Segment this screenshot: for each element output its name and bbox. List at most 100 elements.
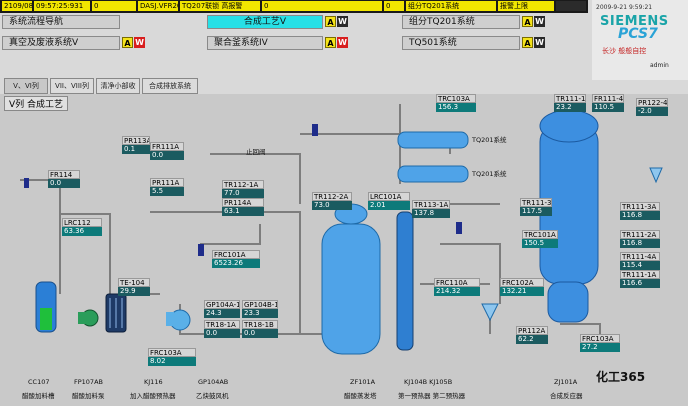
- alarm-right-msg: 组分TQ201系统: [406, 1, 496, 11]
- tag-lrc112[interactable]: LRC112 63.36: [62, 218, 102, 236]
- exchanger-label-2: TQ201系统: [472, 170, 507, 178]
- cyclone[interactable]: [481, 303, 499, 322]
- tag-pr111a[interactable]: PR111A 5.5: [150, 178, 184, 196]
- pump-fp107[interactable]: [78, 309, 99, 327]
- tag-gp104b[interactable]: GP104B-1A 23.3: [242, 300, 278, 318]
- column-zf101[interactable]: [321, 203, 381, 355]
- tag-lrc101a[interactable]: LRC101A 2.01: [368, 192, 410, 210]
- nav-synthesis-v[interactable]: 合成工艺V: [207, 15, 323, 29]
- preheater-kj104[interactable]: [396, 211, 414, 351]
- tank-cc107[interactable]: [35, 281, 57, 333]
- pcs7-product: PCS7: [618, 26, 658, 42]
- nav-system-overview[interactable]: 系统流程导航: [2, 15, 120, 29]
- tag-fr111a[interactable]: FR111A 0.0: [150, 142, 184, 160]
- tab-discharge-system[interactable]: 合成排放系统: [142, 78, 198, 94]
- valve[interactable]: [312, 124, 318, 136]
- tag-trc101a[interactable]: TRC101A 150.5: [522, 230, 558, 248]
- tag-tr18-1b[interactable]: TR18-1B 0.0: [242, 320, 278, 338]
- user-name[interactable]: admin: [650, 62, 669, 69]
- tag-gp104a[interactable]: GP104A-1A 24.3: [204, 300, 240, 318]
- alarm-cell2: 0: [262, 1, 382, 11]
- company-sub: 长沙 般般自控: [602, 47, 647, 55]
- valve[interactable]: [456, 222, 462, 234]
- equip-sub-kj116: 加入醋酸预热器: [130, 392, 176, 400]
- piping-svg: [20, 104, 663, 355]
- exchanger-tq201b[interactable]: [397, 165, 469, 183]
- tag-pr122-4a[interactable]: PR122-4A -2.0: [636, 98, 668, 116]
- tag-tr111-3a[interactable]: TR111-3A 116.8: [620, 202, 660, 220]
- tag-fr111-4a[interactable]: FR111-4A 110.5: [592, 94, 624, 112]
- equip-sub-cc107: 醋酸加料槽: [22, 392, 55, 400]
- equip-label-zf101: ZF101A: [350, 378, 376, 386]
- tag-tr112-2a[interactable]: TR112-2A 73.0: [312, 192, 352, 210]
- tag-tr111-3a-left[interactable]: TR111-3A 117.5: [520, 198, 552, 216]
- heater-kj116[interactable]: [105, 293, 127, 333]
- equip-label-kj116: KJ116: [144, 378, 163, 386]
- tag-frc103a[interactable]: FRC103A 8.02: [148, 348, 196, 366]
- tag-frc102a[interactable]: FRC102A 132.21: [500, 278, 544, 296]
- equip-sub-kj104: 第一预热器 第二预热器: [398, 392, 466, 400]
- blower-gp104[interactable]: [166, 309, 191, 331]
- nav-vacuum-waste-v[interactable]: 真空及废液系统V: [2, 36, 120, 50]
- warning-indicator-w[interactable]: W: [534, 37, 545, 48]
- check-valve-label: 止回阀: [246, 148, 266, 156]
- nav-polymer-iv[interactable]: 聚合釜系统IV: [207, 36, 323, 50]
- tag-tr18-1a[interactable]: TR18-1A 0.0: [204, 320, 240, 338]
- tag-fr114[interactable]: FR114 0.0: [48, 170, 80, 188]
- nav-tq501[interactable]: TQ501系统: [402, 36, 520, 50]
- alarm-date: 2109/08: [2, 1, 32, 11]
- alarm-message[interactable]: TQ207联锁 高报警: [180, 1, 260, 11]
- tag-tr112-1a[interactable]: TR112-1A 77.0: [222, 180, 264, 198]
- siemens-logo-panel: 2009-9-21 9:59:21 SIEMENS PCS7 长沙 般般自控 a…: [592, 0, 688, 80]
- tab-line-vii-viii[interactable]: VII、VIII列: [50, 78, 94, 94]
- tag-te104[interactable]: TE-104 29.9: [118, 278, 150, 296]
- alarm-indicator-a[interactable]: A: [122, 37, 133, 48]
- tag-tr111-2a[interactable]: TR111-2A 116.8: [620, 230, 660, 248]
- equip-label-kj104: KJ104B KJ105B: [404, 378, 453, 386]
- alarm-right-status: 报警上限: [498, 1, 554, 11]
- tag-frc101a[interactable]: FRC101A 6523.26: [212, 250, 260, 268]
- valve[interactable]: [24, 178, 29, 188]
- equip-label-fp107: FP107AB: [74, 378, 103, 386]
- alarm-bar: 2109/08 09:57:25:931 0 DASJ.VFR207 TQ207…: [0, 0, 588, 13]
- tag-tr113-1a[interactable]: TR113-1A 137.8: [412, 200, 450, 218]
- tag-tr111-4a[interactable]: TR111-4A 115.4: [620, 252, 660, 270]
- tag-tr111-1a[interactable]: TR111-1A 116.6: [620, 270, 660, 288]
- tag-trc103a[interactable]: TRC103A 156.3: [436, 94, 476, 112]
- alarm-time: 09:57:25:931: [34, 1, 90, 11]
- equip-label-gp104: GP104AB: [198, 378, 229, 386]
- equip-sub-zj101: 合成反应器: [550, 392, 583, 400]
- alarm-ack-button[interactable]: [556, 1, 586, 11]
- warning-indicator-w[interactable]: W: [534, 16, 545, 27]
- process-diagram: V列 合成工艺 止回阀 TQ201系统 TQ201系统 FR111A 0.0 P…: [0, 94, 688, 406]
- alarm-indicator-a[interactable]: A: [325, 16, 336, 27]
- alarm-indicator-a[interactable]: A: [522, 37, 533, 48]
- alarm-cell3: 0: [384, 1, 404, 11]
- alarm-indicator-a[interactable]: A: [522, 16, 533, 27]
- watermark-text: 化工365: [596, 370, 646, 384]
- equip-sub-gp104: 乙炔鼓风机: [196, 392, 229, 400]
- tab-line-v-vi[interactable]: V、VI列: [4, 78, 48, 94]
- exchanger-label-1: TQ201系统: [472, 136, 507, 144]
- tag-pr112a[interactable]: PR112A 62.2: [516, 326, 548, 344]
- valve[interactable]: [198, 244, 204, 256]
- equip-sub-zf101: 醋酸蒸发塔: [344, 392, 377, 400]
- exchanger-tq201a[interactable]: [397, 131, 469, 149]
- equip-label-cc107: CC107: [28, 378, 50, 386]
- tag-frc110a[interactable]: FRC110A 214.32: [434, 278, 480, 296]
- warning-indicator-w[interactable]: W: [134, 37, 145, 48]
- warning-indicator-w[interactable]: W: [337, 37, 348, 48]
- reactor-zj101[interactable]: [539, 109, 599, 323]
- alarm-indicator-a[interactable]: A: [325, 37, 336, 48]
- tag-pr114a[interactable]: PR114A 63.1: [222, 198, 264, 216]
- tag-frc103a-right[interactable]: FRC103A 27.2: [580, 334, 620, 352]
- tag-tr111-1a-top[interactable]: TR111-1A 23.2: [554, 94, 586, 112]
- equip-label-zj101: ZJ101A: [554, 378, 578, 386]
- tab-purification[interactable]: 清净小部收: [96, 78, 140, 94]
- warning-indicator-w[interactable]: W: [337, 16, 348, 27]
- small-vessel[interactable]: [649, 167, 663, 184]
- equip-sub-fp107: 醋酸加料泵: [72, 392, 105, 400]
- alarm-count: 0: [92, 1, 136, 11]
- nav-component-tq201[interactable]: 组分TQ201系统: [402, 15, 520, 29]
- tag-pr113a[interactable]: PR113A 0.1: [122, 136, 150, 154]
